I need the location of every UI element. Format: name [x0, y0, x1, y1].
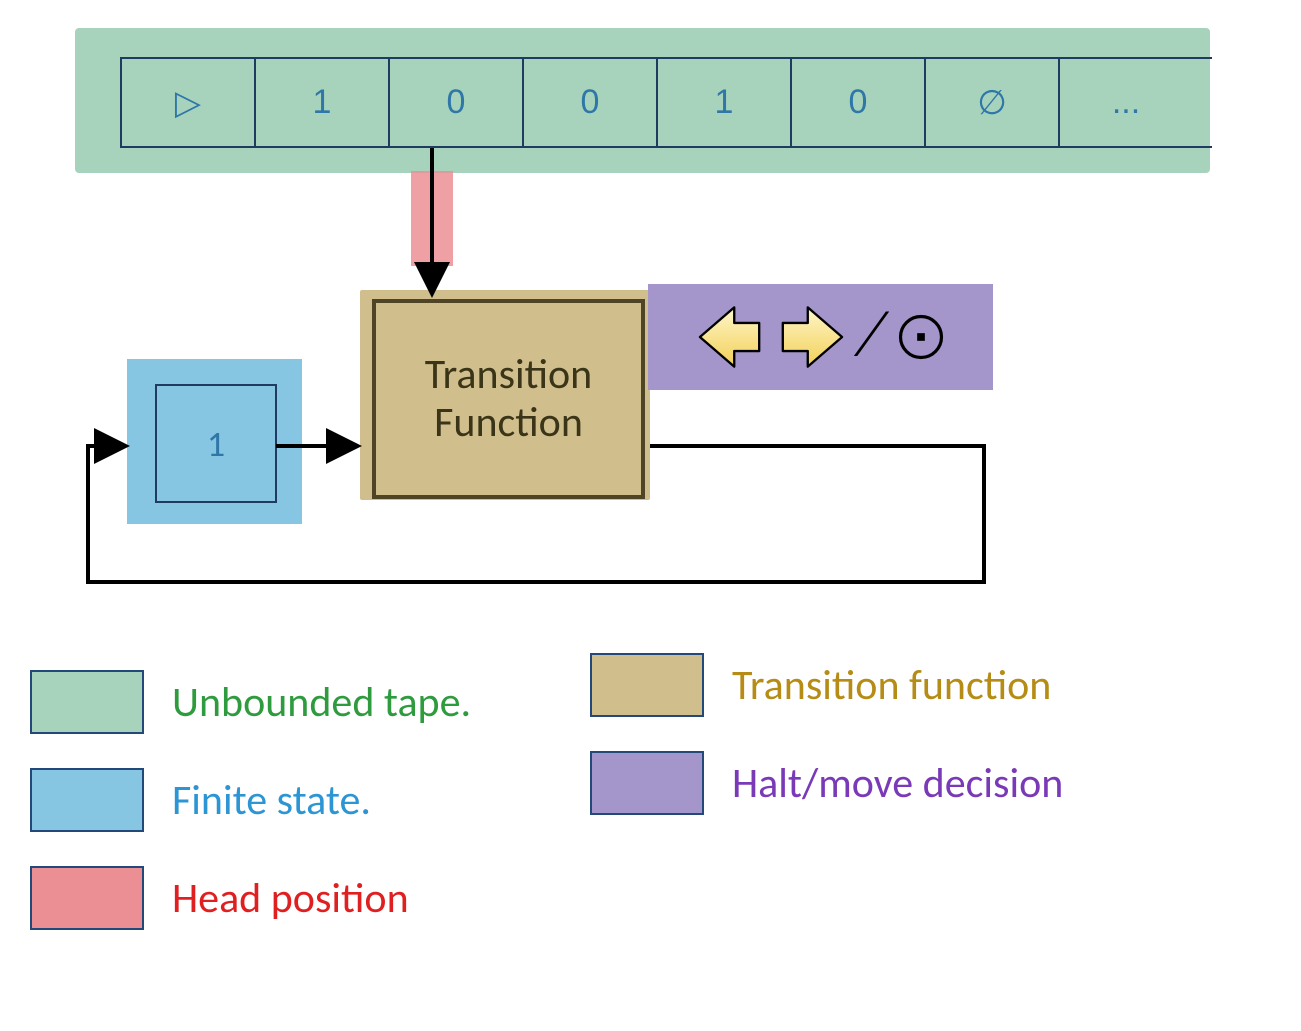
legend-text-tape: Unbounded tape. [172, 677, 471, 728]
turing-machine-diagram: ▷ 1 0 0 1 0 ∅ ... Transition Function 1 [0, 0, 1301, 1031]
legend-row-tape: Unbounded tape. Transition function [30, 670, 1270, 734]
legend-text-head: Head position [172, 873, 409, 924]
tape-cell-4: 1 [658, 59, 792, 146]
tape-cell-1: 1 [256, 59, 390, 146]
swatch-head [30, 866, 144, 930]
transition-label-1: Transition [425, 349, 593, 400]
state-value: 1 [207, 422, 225, 466]
tape-cell-3: 0 [524, 59, 658, 146]
left-arrow-icon [688, 298, 768, 376]
legend-row-state: Finite state. Halt/move decision [30, 768, 1270, 832]
legend-text-halt: Halt/move decision [732, 758, 1063, 809]
swatch-tape [30, 670, 144, 734]
legend-row-transition: Transition function [590, 653, 1051, 717]
transition-label-2: Function [434, 397, 583, 448]
legend-text-state: Finite state. [172, 775, 371, 826]
halt-separator: ⁄ [860, 294, 883, 381]
tape-cell-2: 0 [390, 59, 524, 146]
legend-row-head: Head position [30, 866, 1270, 930]
legend-text-transition: Transition function [732, 660, 1051, 711]
swatch-halt [590, 751, 704, 815]
legend-row-halt: Halt/move decision [590, 751, 1063, 815]
tape-cell-0: ▷ [122, 59, 256, 146]
tape-cell-7: ... [1060, 59, 1192, 146]
legend: Unbounded tape. Transition function Fini… [30, 670, 1270, 964]
transition-function-box: Transition Function [372, 299, 645, 499]
halt-dot-icon [889, 305, 953, 369]
halt-move-panel: ⁄ [648, 284, 993, 390]
head-position-marker [411, 171, 453, 266]
finite-state-box: 1 [155, 384, 277, 503]
tape-cell-6: ∅ [926, 59, 1060, 146]
tape-cells: ▷ 1 0 0 1 0 ∅ ... [120, 57, 1212, 148]
swatch-transition [590, 653, 704, 717]
right-arrow-icon [774, 298, 854, 376]
tape-cell-5: 0 [792, 59, 926, 146]
swatch-state [30, 768, 144, 832]
